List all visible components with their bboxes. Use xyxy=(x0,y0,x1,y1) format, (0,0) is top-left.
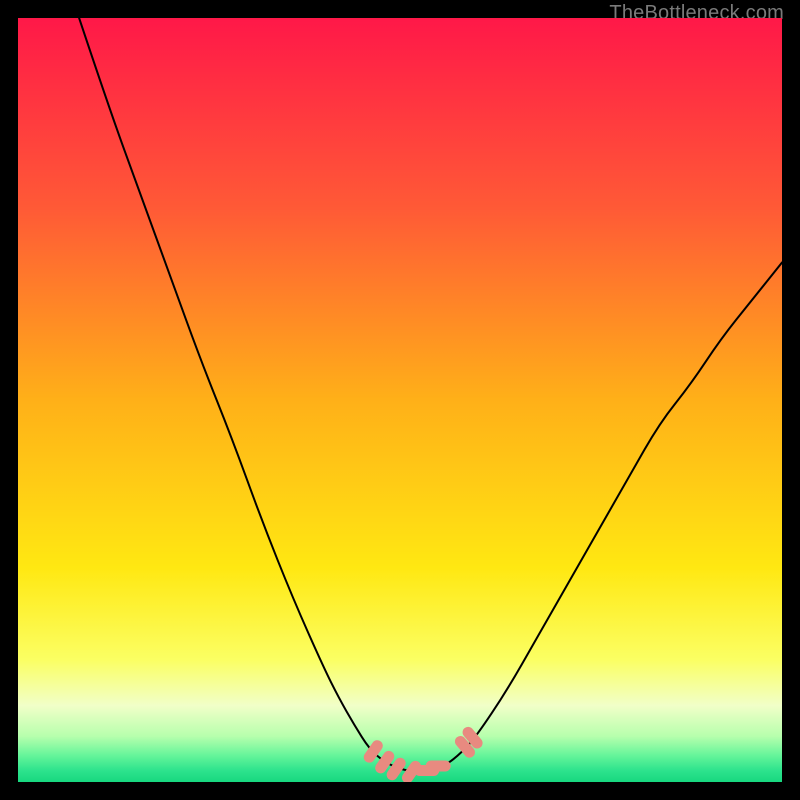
gradient-background xyxy=(18,18,782,782)
curve-marker xyxy=(468,732,477,743)
curve-marker xyxy=(392,763,400,774)
curve-marker xyxy=(407,766,415,777)
curve-marker xyxy=(460,741,469,752)
chart-frame: TheBottleneck.com xyxy=(0,0,800,800)
curve-marker xyxy=(381,756,389,767)
curve-marker xyxy=(369,746,377,757)
chart-plot xyxy=(18,18,782,782)
